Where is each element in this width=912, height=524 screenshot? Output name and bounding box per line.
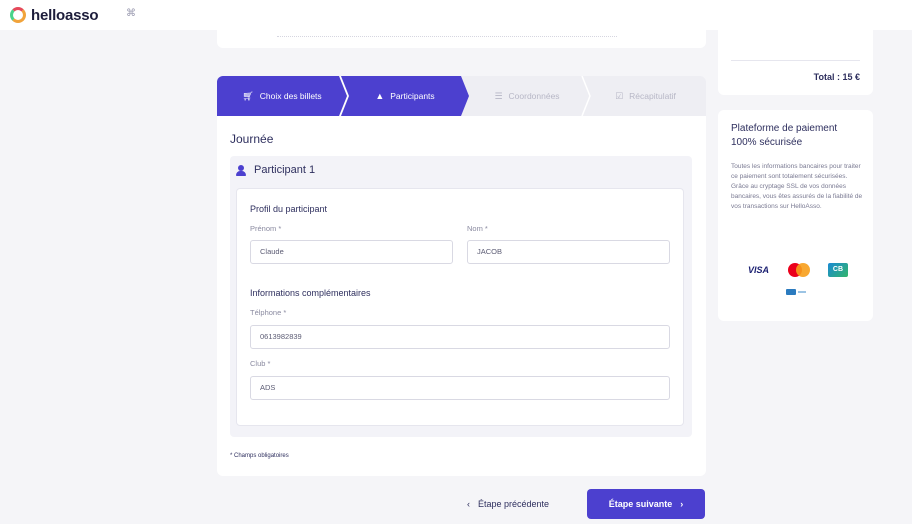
step-label: Choix des billets xyxy=(259,91,322,101)
visa-logo: VISA xyxy=(748,265,770,275)
phone-label: Télphone * xyxy=(250,308,287,317)
participant-title: Participant 1 xyxy=(254,164,316,176)
event-info-card xyxy=(217,30,706,48)
secure-payment-text: Toutes les informations bancaires pour t… xyxy=(731,163,863,210)
previous-step-button[interactable]: ‹ Étape précédente xyxy=(467,490,549,518)
secure-payment-title: Plateforme de paiement 100% sécurisée xyxy=(731,123,838,148)
step-label: Coordonnées xyxy=(508,91,560,101)
next-step-button[interactable]: Étape suivante › xyxy=(587,489,705,519)
cart-icon: 🛒︎ xyxy=(242,90,254,101)
participant-header: Participant 1 xyxy=(236,164,315,176)
language-icon[interactable]: ⌘ xyxy=(126,9,138,19)
user-icon xyxy=(236,164,246,176)
cb-card-icon: CB xyxy=(827,263,848,277)
chevron-left-icon: ‹ xyxy=(467,499,470,509)
truncated-content xyxy=(277,36,617,38)
helloasso-logo[interactable]: helloasso xyxy=(10,3,99,27)
user-icon: ▲ xyxy=(375,91,385,101)
step-ticket-choice[interactable]: 🛒︎ Choix des billets xyxy=(217,76,347,116)
step-label: Récapitulatif xyxy=(629,91,676,101)
extra-info-heading: Informations complémentaires xyxy=(250,288,371,298)
order-summary-card: Total : 15 € xyxy=(718,30,873,95)
chevron-right-icon: › xyxy=(680,499,684,509)
section-title: Journée xyxy=(230,132,274,146)
profile-heading: Profil du participant xyxy=(250,204,328,214)
secure-payment-card: Plateforme de paiement 100% sécurisée To… xyxy=(718,110,873,321)
club-label: Club * xyxy=(250,359,271,368)
step-separator xyxy=(339,76,349,116)
previous-step-label: Étape précédente xyxy=(478,499,550,509)
step-summary: ☑ Récapitulatif xyxy=(585,76,706,116)
required-fields-note: * Champs obligatoires xyxy=(230,453,289,459)
checkout-form-card: 🛒︎ Choix des billets ▲ Participants ☰ Co… xyxy=(217,76,706,476)
logo-text: helloasso xyxy=(31,6,99,24)
verified-by-visa-icon xyxy=(785,287,807,297)
step-label: Participants xyxy=(390,91,435,101)
nom-label: Nom * xyxy=(467,224,488,233)
truncated-ticket-line xyxy=(731,42,860,48)
participant-form: Profil du participant Prénom * Claude No… xyxy=(236,188,684,426)
step-contact: ☰ Coordonnées xyxy=(467,76,587,116)
phone-input[interactable]: 0613982839 xyxy=(250,325,670,349)
prenom-label: Prénom * xyxy=(250,224,282,233)
total-amount: Total : 15 € xyxy=(813,72,860,82)
prenom-input[interactable]: Claude xyxy=(250,240,453,264)
payment-methods: VISA CB xyxy=(748,262,848,278)
checkbox-icon: ☑ xyxy=(615,90,624,101)
next-step-label: Étape suivante xyxy=(608,499,673,509)
club-input[interactable]: ADS xyxy=(250,376,670,400)
participant-block: Participant 1 Profil du participant Prén… xyxy=(230,156,692,437)
divider xyxy=(731,60,860,61)
step-participants[interactable]: ▲ Participants xyxy=(341,76,469,116)
helloasso-logo-icon xyxy=(10,7,26,23)
mastercard-icon xyxy=(787,263,810,277)
checkout-stepper: 🛒︎ Choix des billets ▲ Participants ☰ Co… xyxy=(217,76,706,116)
nom-input[interactable]: JACOB xyxy=(467,240,670,264)
list-icon: ☰ xyxy=(494,90,503,101)
top-header: helloasso ⌘ xyxy=(0,0,912,30)
